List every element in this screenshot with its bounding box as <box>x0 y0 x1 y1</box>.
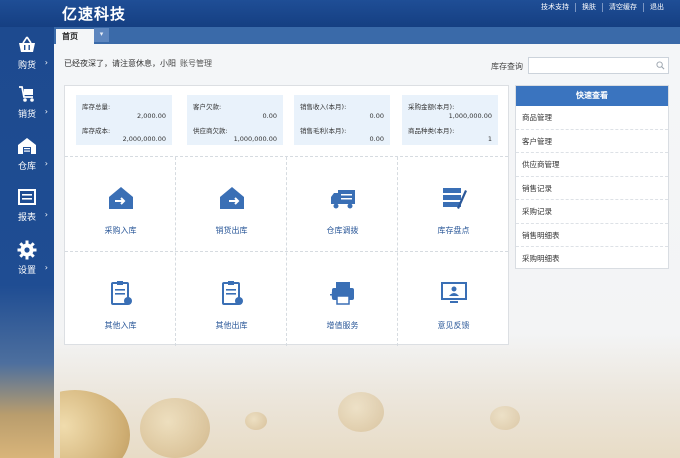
action-feedback[interactable]: 意见反馈 <box>398 252 509 346</box>
chevron-right-icon: › <box>44 58 48 67</box>
search-icon[interactable] <box>656 61 665 70</box>
stat-value: 1,000,000.00 <box>233 135 277 143</box>
stat-label: 库存成本: <box>82 127 111 135</box>
stat-label: 采购金额(本月): <box>408 103 455 111</box>
gear-icon <box>17 240 37 260</box>
chevron-right-icon: › <box>44 159 48 168</box>
stock-search-input[interactable] <box>529 58 649 73</box>
greeting: 已经夜深了，请注意休息，小阳 账号管理 <box>64 58 212 69</box>
action-value-added[interactable]: 增值服务 <box>287 252 398 346</box>
action-label: 增值服务 <box>326 321 359 330</box>
sidebar-item-sales[interactable]: 销货 › <box>0 84 54 124</box>
action-label: 销货出库 <box>215 226 248 235</box>
house-out-icon <box>220 187 244 209</box>
sidebar-item-purchase[interactable]: 购货 › <box>0 35 54 75</box>
action-label: 其他出库 <box>215 321 248 330</box>
stat-card-stock: 库存总量: 2,000.00 库存成本: 2,000,000.00 <box>76 95 172 145</box>
sidebar-item-warehouse[interactable]: 仓库 › <box>0 136 54 176</box>
action-purchase-in[interactable]: 采购入库 <box>65 157 176 251</box>
monitor-user-icon <box>441 282 467 303</box>
printer-icon <box>330 282 354 305</box>
quick-item-suppliers[interactable]: 供应商管理 <box>516 153 668 177</box>
action-label: 采购入库 <box>104 226 137 235</box>
account-management-link[interactable]: 账号管理 <box>180 59 212 68</box>
sidebar-item-reports[interactable]: 报表 › <box>0 187 54 227</box>
greeting-text: 已经夜深了，请注意休息，小阳 <box>64 59 176 68</box>
search-label: 库存查询 <box>491 62 523 71</box>
stat-value: 0.00 <box>369 135 384 143</box>
sidebar: 购货 › 销货 › 仓库 › 报表 › 设置 › <box>0 27 54 458</box>
action-label: 意见反馈 <box>437 321 470 330</box>
action-other-in[interactable]: 其他入库 <box>65 252 176 346</box>
stat-value: 2,000,000.00 <box>122 135 166 143</box>
change-skin-link[interactable]: 换肤 <box>575 3 602 12</box>
action-other-out[interactable]: 其他出库 <box>176 252 287 346</box>
quick-item-purchase-details[interactable]: 采购明细表 <box>516 247 668 271</box>
stat-label: 供应商欠款: <box>193 127 228 135</box>
stat-label: 销售收入(本月): <box>300 103 347 111</box>
tab-home[interactable]: 首页 <box>56 29 94 44</box>
truck-icon <box>331 190 355 209</box>
warehouse-icon <box>18 138 36 154</box>
quick-item-customers[interactable]: 客户管理 <box>516 130 668 153</box>
logout-link[interactable]: 退出 <box>643 3 670 12</box>
sidebar-item-settings[interactable]: 设置 › <box>0 240 54 280</box>
stat-card-purchase: 采购金额(本月): 1,000,000.00 商品种类(本月): 1 <box>402 95 498 145</box>
tab-dropdown-button[interactable]: ▾ <box>94 28 109 42</box>
stat-value: 1 <box>487 135 492 143</box>
quick-item-sales-details[interactable]: 销售明细表 <box>516 224 668 247</box>
tech-support-link[interactable]: 技术支持 <box>535 3 575 12</box>
inventory-edit-icon <box>443 188 467 209</box>
action-grid: 采购入库 销货出库 仓库调拨 库存盘点 其他入库 其他出库 增值服务 意见反馈 <box>65 156 509 346</box>
action-warehouse-transfer[interactable]: 仓库调拨 <box>287 157 398 251</box>
action-label: 库存盘点 <box>437 226 470 235</box>
top-links: 技术支持 换肤 清空缓存 退出 <box>535 3 670 12</box>
app-logo: 亿速科技 <box>62 5 127 23</box>
stat-value: 2,000.00 <box>137 112 166 120</box>
chevron-right-icon: › <box>44 107 48 116</box>
quick-item-sales-records[interactable]: 销售记录 <box>516 177 668 200</box>
house-in-icon <box>109 187 133 209</box>
stat-label: 商品种类(本月): <box>408 127 455 135</box>
stat-label: 客户欠款: <box>193 103 222 111</box>
clear-cache-link[interactable]: 清空缓存 <box>602 3 643 12</box>
search-box <box>528 57 669 74</box>
stat-card-debts: 客户欠款: 0.00 供应商欠款: 1,000,000.00 <box>187 95 283 145</box>
stat-label: 库存总量: <box>82 103 111 111</box>
action-label: 仓库调拨 <box>326 226 359 235</box>
stat-label: 销售毛利(本月): <box>300 127 347 135</box>
quick-item-purchase-records[interactable]: 采购记录 <box>516 200 668 224</box>
action-label: 其他入库 <box>104 321 137 330</box>
background-field-image <box>60 340 680 458</box>
tab-bar: 首页 ▾ <box>54 27 680 44</box>
chevron-right-icon: › <box>44 210 48 219</box>
clipboard-in-icon <box>111 281 132 305</box>
quick-view-title: 快速查看 <box>516 86 668 106</box>
top-bar: 亿速科技 技术支持 换肤 清空缓存 退出 <box>0 0 680 27</box>
basket-icon <box>19 36 35 52</box>
stat-value: 0.00 <box>262 112 277 120</box>
report-icon <box>18 189 36 205</box>
cart-icon <box>19 86 34 102</box>
action-inventory-count[interactable]: 库存盘点 <box>398 157 509 251</box>
quick-view-panel: 快速查看 商品管理 客户管理 供应商管理 销售记录 采购记录 销售明细表 采购明… <box>515 85 669 269</box>
quick-item-products[interactable]: 商品管理 <box>516 106 668 130</box>
clipboard-out-icon <box>222 281 243 305</box>
stat-value: 0.00 <box>369 112 384 120</box>
stat-value: 1,000,000.00 <box>448 112 492 120</box>
action-sales-out[interactable]: 销货出库 <box>176 157 287 251</box>
stat-card-sales: 销售收入(本月): 0.00 销售毛利(本月): 0.00 <box>294 95 390 145</box>
dashboard-panel: 库存总量: 2,000.00 库存成本: 2,000,000.00 客户欠款: … <box>64 85 509 346</box>
chevron-right-icon: › <box>44 263 48 272</box>
